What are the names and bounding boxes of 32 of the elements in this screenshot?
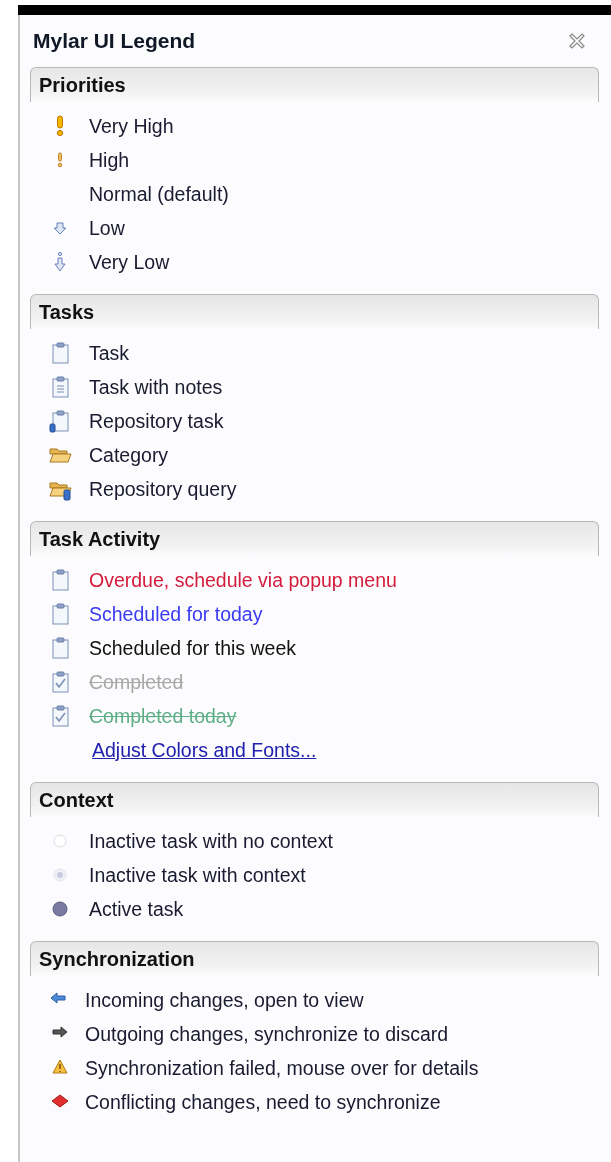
legend-label: Inactive task with no context	[89, 829, 333, 853]
legend-label: Task	[89, 341, 130, 365]
legend-label: Overdue, schedule via popup menu	[89, 568, 397, 592]
section-header[interactable]: Context	[30, 782, 599, 817]
legend-label: Completed	[89, 670, 184, 694]
legend-label: High	[89, 148, 130, 172]
exclamation-icon	[55, 114, 65, 138]
section-header[interactable]: Task Activity	[30, 521, 599, 556]
panel-title: Mylar UI Legend	[33, 29, 196, 53]
section-header[interactable]: Priorities	[30, 67, 599, 102]
legend-label: Very High	[89, 114, 174, 138]
legend-label: Completed today	[89, 704, 237, 728]
legend-label: Low	[89, 216, 125, 240]
legend-label: Outgoing changes, synchronize to discard	[85, 1022, 449, 1046]
adjust-colors-link[interactable]: Adjust Colors and Fonts...	[92, 738, 317, 762]
legend-label: Scheduled for this week	[89, 636, 297, 660]
legend-label: Task with notes	[89, 375, 223, 399]
legend-label: Scheduled for today	[89, 602, 263, 626]
legend-label: Normal (default)	[89, 182, 229, 206]
legend-label: Very Low	[89, 250, 170, 274]
legend-label: Inactive task with context	[89, 863, 306, 887]
legend-label: Active task	[89, 897, 184, 921]
legend-label: Conflicting changes, need to synchronize	[85, 1090, 441, 1114]
legend-label: Incoming changes, open to view	[85, 988, 364, 1012]
legend-label: Synchronization failed, mouse over for details	[85, 1056, 479, 1080]
clipboard-database-icon	[48, 409, 72, 433]
legend-label: Repository task	[89, 409, 224, 433]
legend-label: Repository query	[89, 477, 237, 501]
section-header[interactable]: Synchronization	[30, 941, 599, 976]
section-header[interactable]: Tasks	[30, 294, 599, 329]
close-icon[interactable]	[567, 31, 587, 51]
legend-label: Category	[89, 443, 169, 467]
